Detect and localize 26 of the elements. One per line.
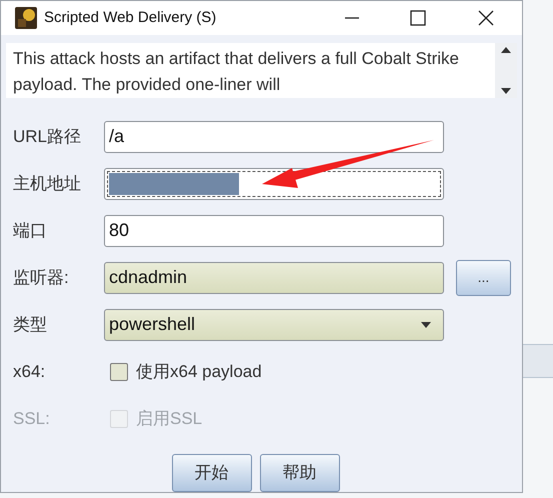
maximize-icon[interactable] [410, 10, 426, 26]
scrollbar[interactable] [495, 43, 517, 98]
checkbox-label[interactable]: 使用x64 payload [136, 358, 262, 384]
dialog-button[interactable]: 开始 [172, 454, 252, 492]
text-field[interactable] [104, 168, 444, 200]
field-label: 类型 [13, 314, 48, 336]
field-label: x64: [13, 360, 46, 383]
close-icon[interactable] [478, 10, 494, 26]
scroll-down-icon[interactable] [501, 88, 511, 94]
dropdown-arrow-icon [421, 322, 431, 328]
dropdown[interactable]: powershell [104, 308, 444, 340]
dialog-button[interactable]: 帮助 [260, 454, 340, 492]
browse-button[interactable]: ... [456, 260, 511, 296]
text-field[interactable]: 80 [104, 214, 444, 246]
text-field[interactable]: /a [104, 120, 444, 152]
window-title: Scripted Web Delivery (S) [44, 8, 216, 28]
field-label: 端口 [13, 220, 48, 242]
field-label: SSL: [13, 408, 51, 430]
app-icon [15, 7, 37, 29]
field-label: 主机地址 [13, 172, 82, 195]
field-label: 监听器: [13, 266, 70, 289]
description-text: This attack hosts an artifact that delivers a full Cobalt Strike payload. The provided one-liner will [12, 48, 460, 96]
checkbox[interactable] [110, 362, 128, 380]
field-label: URL路径 [13, 126, 82, 148]
listener-field[interactable]: cdnadmin [104, 262, 444, 294]
scroll-up-icon[interactable] [501, 47, 511, 53]
